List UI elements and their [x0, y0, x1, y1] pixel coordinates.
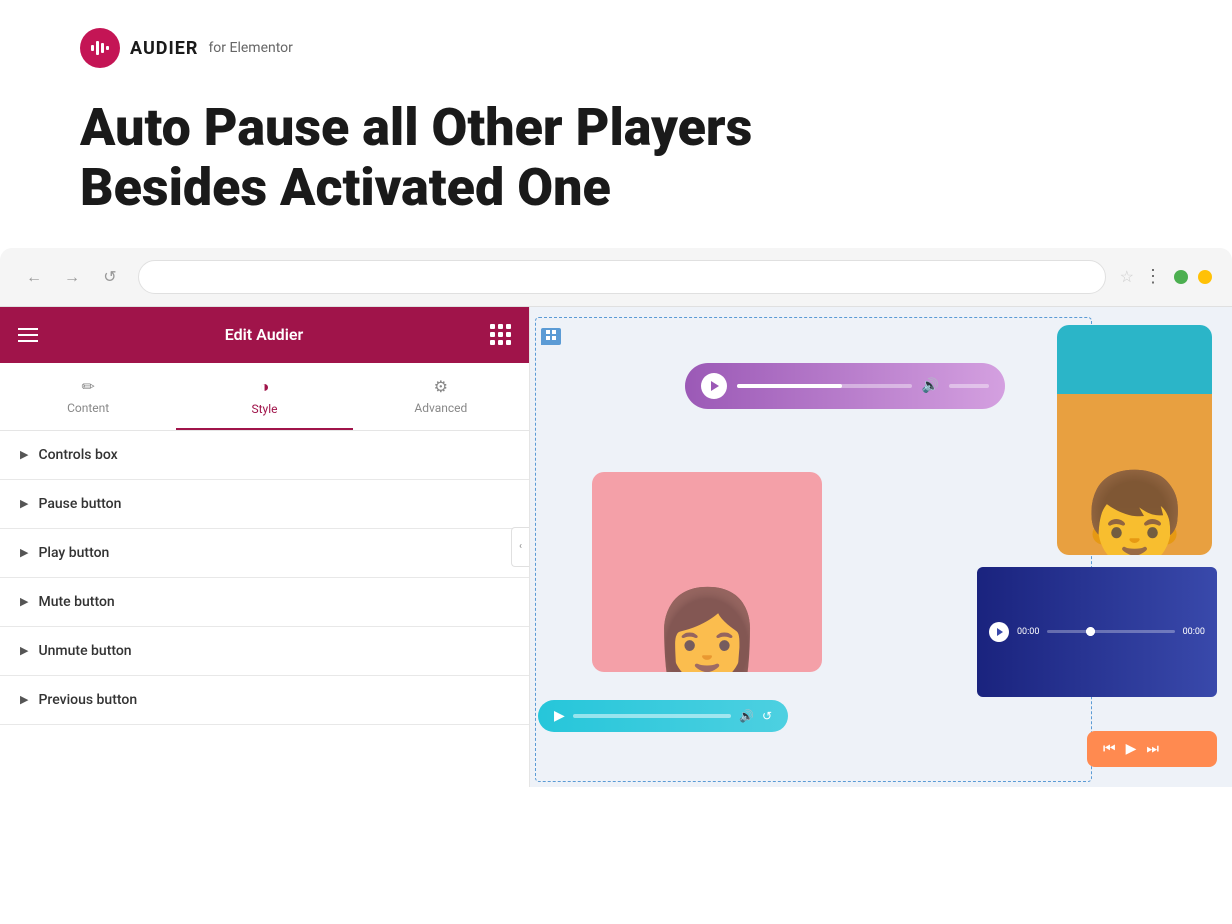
- play-button-orange[interactable]: ▶: [1126, 741, 1137, 757]
- volume-bar-purple[interactable]: [949, 384, 989, 388]
- pause-button-label: Pause button: [38, 496, 121, 512]
- refresh-icon-teal[interactable]: ↺: [762, 709, 772, 723]
- accordion-controls-box: ▶ Controls box: [0, 431, 529, 480]
- advanced-tab-label: Advanced: [414, 401, 467, 415]
- element-selection-handle: [541, 328, 561, 345]
- content-tab-icon: ✏: [81, 377, 94, 396]
- browser-actions: ☆ ⋮: [1120, 266, 1212, 287]
- preview-area: 🔊 👦 👩 00:00 00:00 ▶: [530, 307, 1232, 787]
- accordion-mute-button-header[interactable]: ▶ Mute button: [0, 578, 529, 626]
- tab-content[interactable]: ✏ Content: [0, 363, 176, 430]
- brand-name-text: AUDIER: [130, 38, 198, 59]
- chevron-right-icon: ▶: [20, 448, 28, 461]
- accordion-play-button: ▶ Play button: [0, 529, 529, 578]
- audio-player-purple[interactable]: 🔊: [685, 363, 1005, 409]
- play-button-label: Play button: [38, 545, 109, 561]
- audio-player-orange[interactable]: ⏮ ▶ ⏭: [1087, 731, 1217, 767]
- accordion-pause-button-header[interactable]: ▶ Pause button: [0, 480, 529, 528]
- green-dot-indicator: [1174, 270, 1188, 284]
- previous-button-label: Previous button: [38, 692, 137, 708]
- accordion-previous-button: ▶ Previous button: [0, 676, 529, 725]
- content-tab-label: Content: [67, 401, 109, 415]
- more-options-icon[interactable]: ⋮: [1144, 266, 1164, 287]
- refresh-button[interactable]: ↺: [96, 263, 124, 291]
- browser-nav: ← → ↺: [20, 263, 124, 291]
- page-header: AUDIER for Elementor Auto Pause all Othe…: [0, 0, 1232, 238]
- progress-bar-purple[interactable]: [737, 384, 912, 388]
- brand-logo: [80, 28, 120, 68]
- chevron-right-icon-2: ▶: [20, 497, 28, 510]
- chevron-right-icon-4: ▶: [20, 595, 28, 608]
- play-button-teal[interactable]: ▶: [554, 708, 565, 724]
- accordion-unmute-button: ▶ Unmute button: [0, 627, 529, 676]
- collapse-sidebar-button[interactable]: ‹: [511, 527, 529, 567]
- accordion-list: ▶ Controls box ▶ Pause button ▶ Play but…: [0, 431, 529, 787]
- yellow-dot-indicator: [1198, 270, 1212, 284]
- forward-button[interactable]: →: [58, 263, 86, 291]
- advanced-tab-icon: ⚙: [434, 377, 448, 396]
- accordion-pause-button: ▶ Pause button: [0, 480, 529, 529]
- brand-bar: AUDIER for Elementor: [80, 28, 1152, 68]
- chevron-right-icon-6: ▶: [20, 693, 28, 706]
- tab-advanced[interactable]: ⚙ Advanced: [353, 363, 529, 430]
- page-title: Auto Pause all Other Players Besides Act…: [80, 98, 1152, 218]
- accordion-unmute-button-header[interactable]: ▶ Unmute button: [0, 627, 529, 675]
- mute-button-label: Mute button: [38, 594, 114, 610]
- star-icon[interactable]: ☆: [1120, 267, 1134, 286]
- sidebar-title: Edit Audier: [225, 325, 303, 344]
- tab-style[interactable]: ◑ Style: [176, 363, 352, 430]
- accordion-mute-button: ▶ Mute button: [0, 578, 529, 627]
- unmute-button-label: Unmute button: [38, 643, 131, 659]
- volume-icon-teal[interactable]: 🔊: [739, 709, 754, 723]
- current-time-dark: 00:00: [1017, 627, 1039, 637]
- next-button-orange[interactable]: ⏭: [1146, 741, 1159, 757]
- progress-fill-purple: [737, 384, 842, 388]
- controls-box-label: Controls box: [38, 447, 117, 463]
- hamburger-menu-icon[interactable]: [18, 328, 38, 342]
- volume-icon-purple[interactable]: 🔊: [922, 378, 939, 394]
- play-button-purple[interactable]: [701, 373, 727, 399]
- sidebar-header: Edit Audier: [0, 307, 529, 363]
- chevron-right-icon-3: ▶: [20, 546, 28, 559]
- audio-player-teal[interactable]: ▶ 🔊 ↺: [538, 700, 788, 732]
- total-time-dark: 00:00: [1183, 627, 1205, 637]
- style-tab-label: Style: [251, 402, 277, 416]
- prev-button-orange[interactable]: ⏮: [1103, 741, 1116, 757]
- card-blue: 👦: [1057, 325, 1212, 555]
- progress-bar-dark[interactable]: [1047, 630, 1174, 633]
- brand-sub-text: for Elementor: [208, 40, 292, 56]
- sidebar-tabs: ✏ Content ◑ Style ⚙ Advanced: [0, 363, 529, 431]
- chevron-left-icon: ‹: [519, 541, 522, 552]
- main-area: Edit Audier ✏ Content ◑ Style ⚙ Advanced: [0, 307, 1232, 787]
- url-bar[interactable]: [138, 260, 1106, 294]
- accordion-play-button-header[interactable]: ▶ Play button: [0, 529, 529, 577]
- audio-player-dark[interactable]: 00:00 00:00: [977, 567, 1217, 697]
- chevron-right-icon-5: ▶: [20, 644, 28, 657]
- style-tab-icon: ◑: [260, 377, 270, 397]
- accordion-previous-button-header[interactable]: ▶ Previous button: [0, 676, 529, 724]
- browser-chrome: ← → ↺ ☆ ⋮: [0, 248, 1232, 307]
- elementor-sidebar: Edit Audier ✏ Content ◑ Style ⚙ Advanced: [0, 307, 530, 787]
- back-button[interactable]: ←: [20, 263, 48, 291]
- card-pink: 👩: [592, 472, 822, 672]
- play-button-dark[interactable]: [989, 622, 1009, 642]
- progress-bar-teal[interactable]: [573, 714, 731, 718]
- accordion-controls-box-header[interactable]: ▶ Controls box: [0, 431, 529, 479]
- grid-menu-icon[interactable]: [490, 324, 511, 345]
